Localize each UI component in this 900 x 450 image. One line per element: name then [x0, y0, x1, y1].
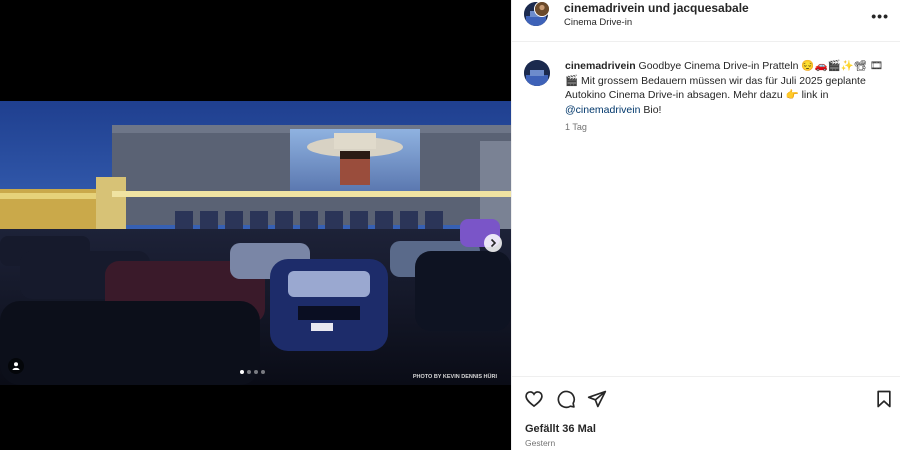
post-authors[interactable]: cinemadrivein und jacquesabale	[564, 1, 749, 15]
post-media[interactable]: PHOTO BY KEVIN DENNIS HÜRI	[0, 0, 511, 450]
post-details-panel: cinemadrivein und jacquesabale Cinema Dr…	[511, 0, 900, 450]
post-header: cinemadrivein und jacquesabale Cinema Dr…	[512, 0, 900, 42]
carousel-dots	[240, 370, 265, 374]
post-location[interactable]: Cinema Drive-in	[564, 17, 632, 28]
post-date: Gestern	[525, 438, 556, 448]
photo-credit: PHOTO BY KEVIN DENNIS HÜRI	[413, 373, 498, 380]
user-tag-icon	[12, 362, 20, 370]
like-count[interactable]: Gefällt 36 Mal	[525, 423, 596, 435]
carousel-dot	[254, 370, 258, 374]
tagged-users-button[interactable]	[8, 358, 24, 374]
drive-in-photo: PHOTO BY KEVIN DENNIS HÜRI	[0, 101, 511, 385]
caption-author-avatar[interactable]	[524, 60, 550, 86]
post-actions: Gefällt 36 Mal Gestern	[512, 376, 900, 450]
caption-mention-link[interactable]: @cinemadrivein	[565, 104, 640, 116]
bookmark-icon[interactable]	[874, 389, 894, 409]
next-photo-button[interactable]	[484, 234, 502, 252]
heart-icon[interactable]	[524, 389, 544, 409]
caption-text: cinemadrivein Goodbye Cinema Drive-in Pr…	[565, 59, 891, 117]
comment-icon[interactable]	[556, 389, 576, 409]
carousel-dot	[247, 370, 251, 374]
chevron-right-icon	[490, 238, 497, 248]
coauthor-avatar[interactable]	[534, 1, 550, 17]
post-photo: PHOTO BY KEVIN DENNIS HÜRI	[0, 101, 511, 385]
carousel-dot	[261, 370, 265, 374]
more-options-button[interactable]: •••	[871, 8, 889, 24]
carousel-dot	[240, 370, 244, 374]
caption-username[interactable]: cinemadrivein	[565, 60, 636, 72]
caption-timestamp[interactable]: 1 Tag	[565, 122, 587, 132]
share-icon[interactable]	[587, 389, 607, 409]
caption-body-end: Bio!	[640, 103, 662, 116]
